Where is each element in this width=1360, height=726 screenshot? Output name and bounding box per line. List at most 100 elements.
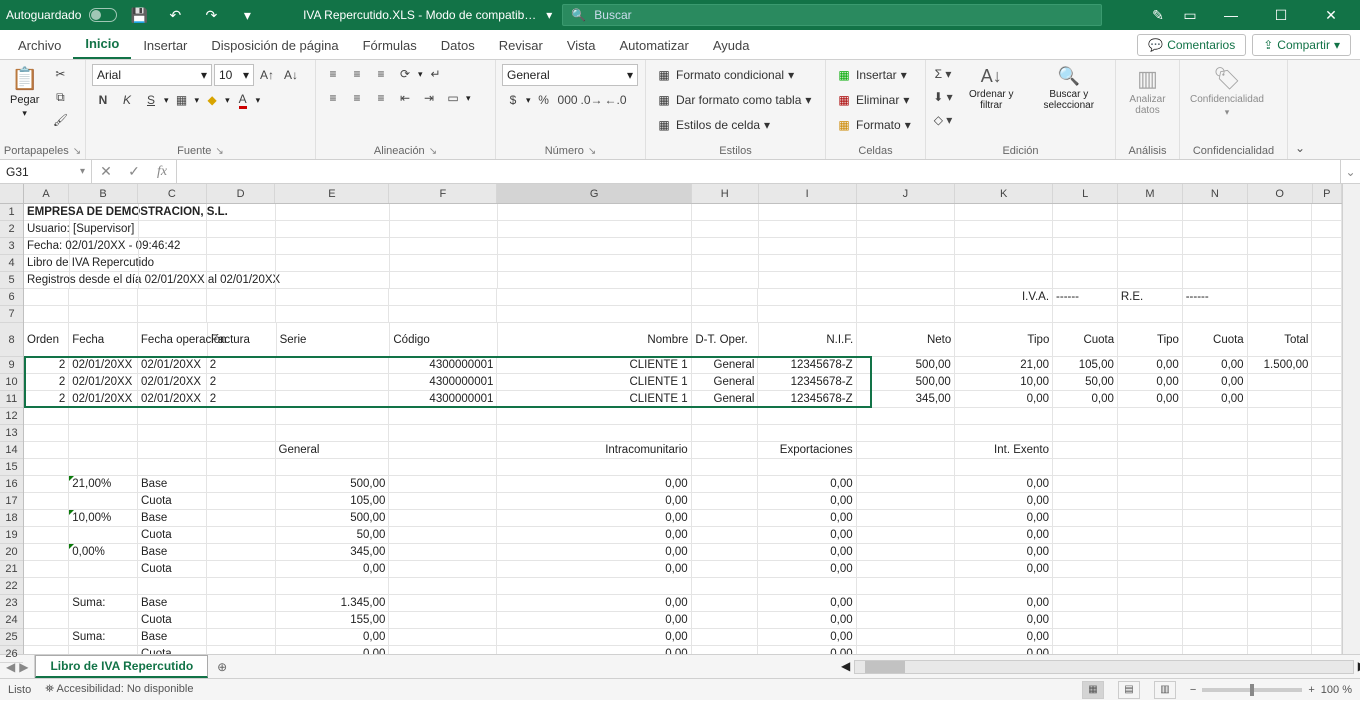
conditional-formatting-button[interactable]: ▦Formato condicional ▾: [652, 64, 815, 86]
cell[interactable]: [207, 612, 276, 629]
cell[interactable]: I.V.A.: [955, 289, 1053, 306]
cell[interactable]: Nombre: [498, 323, 692, 357]
decrease-font-icon[interactable]: A↓: [280, 65, 302, 85]
cell[interactable]: [1248, 425, 1313, 442]
cell[interactable]: [1312, 238, 1342, 255]
cell[interactable]: [24, 544, 69, 561]
cell[interactable]: [69, 289, 138, 306]
cell[interactable]: 0,00: [758, 629, 856, 646]
cell[interactable]: [276, 459, 390, 476]
cell[interactable]: [276, 578, 390, 595]
cell[interactable]: [1248, 510, 1313, 527]
cell[interactable]: 345,00: [276, 544, 390, 561]
percent-format-icon[interactable]: %: [533, 90, 555, 110]
column-header[interactable]: E: [275, 184, 389, 203]
cell[interactable]: [1183, 425, 1248, 442]
cell[interactable]: 0,00: [758, 646, 856, 654]
cell[interactable]: [389, 646, 497, 654]
column-header[interactable]: N: [1183, 184, 1248, 203]
cell[interactable]: [857, 629, 955, 646]
row-header[interactable]: 10: [0, 374, 23, 391]
cell[interactable]: Registros desde el día 02/01/20XX al 02/…: [24, 272, 70, 289]
redo-icon[interactable]: ↷: [197, 1, 225, 29]
cell[interactable]: Total: [1248, 323, 1313, 357]
cell[interactable]: 4300000001: [389, 374, 497, 391]
accessibility-status[interactable]: ⛯ Accesibilidad: No disponible: [45, 683, 193, 696]
cell[interactable]: [1118, 425, 1183, 442]
cell[interactable]: [24, 442, 69, 459]
cell[interactable]: [389, 612, 497, 629]
cell[interactable]: [1118, 204, 1183, 221]
cell[interactable]: [24, 595, 69, 612]
cell[interactable]: [498, 272, 692, 289]
cell[interactable]: 12345678-Z: [758, 391, 856, 408]
row-header[interactable]: 16: [0, 476, 23, 493]
minimize-button[interactable]: —: [1208, 0, 1254, 30]
cell[interactable]: [390, 255, 498, 272]
cell[interactable]: [389, 476, 497, 493]
row-header[interactable]: 1: [0, 204, 23, 221]
row-header[interactable]: 3: [0, 238, 23, 255]
cell[interactable]: [1053, 272, 1118, 289]
cell[interactable]: Int. Exento: [955, 442, 1053, 459]
row-header[interactable]: 5: [0, 272, 23, 289]
cell[interactable]: Cuota: [138, 612, 207, 629]
format-as-table-button[interactable]: ▦Dar formato como tabla ▾: [652, 89, 815, 111]
zoom-level[interactable]: 100 %: [1321, 684, 1352, 696]
maximize-button[interactable]: ☐: [1258, 0, 1304, 30]
increase-indent-icon[interactable]: ⇥: [418, 88, 440, 108]
cell[interactable]: [692, 425, 759, 442]
cell[interactable]: [389, 408, 497, 425]
cell[interactable]: [1312, 544, 1342, 561]
cell[interactable]: [1183, 408, 1248, 425]
cell[interactable]: 500,00: [857, 374, 955, 391]
cell[interactable]: [1312, 595, 1342, 612]
cell[interactable]: [1312, 306, 1342, 323]
column-header[interactable]: P: [1313, 184, 1342, 203]
cell[interactable]: 02/01/20XX: [69, 374, 138, 391]
cell[interactable]: [207, 476, 276, 493]
cell[interactable]: [692, 510, 759, 527]
cell[interactable]: [276, 306, 390, 323]
cell[interactable]: [1312, 272, 1342, 289]
cell[interactable]: 105,00: [276, 493, 390, 510]
align-center-icon[interactable]: ≡: [346, 88, 368, 108]
cell[interactable]: 0,00: [955, 493, 1053, 510]
cell[interactable]: [1118, 238, 1183, 255]
cell[interactable]: [498, 204, 692, 221]
cell[interactable]: [24, 629, 69, 646]
cell[interactable]: [276, 238, 390, 255]
column-header[interactable]: K: [955, 184, 1053, 203]
cell[interactable]: [1183, 544, 1248, 561]
cell[interactable]: Base: [138, 544, 207, 561]
cell[interactable]: [24, 408, 69, 425]
cell[interactable]: [1248, 391, 1313, 408]
row-header[interactable]: 11: [0, 391, 23, 408]
cell[interactable]: [24, 561, 69, 578]
cell[interactable]: 2: [207, 374, 276, 391]
cell[interactable]: [1312, 221, 1342, 238]
cell[interactable]: [692, 527, 759, 544]
cell[interactable]: [759, 238, 857, 255]
cell[interactable]: 0,00: [955, 544, 1053, 561]
row-header[interactable]: 15: [0, 459, 23, 476]
cell[interactable]: [1312, 357, 1342, 374]
cell[interactable]: [692, 578, 759, 595]
cell[interactable]: [24, 476, 69, 493]
cell[interactable]: [24, 306, 69, 323]
column-headers[interactable]: ABCDEFGHIJKLMNOP: [24, 184, 1342, 204]
cell[interactable]: [276, 255, 390, 272]
cell[interactable]: [497, 425, 691, 442]
cell[interactable]: Cuota: [138, 527, 207, 544]
title-dropdown-icon[interactable]: ▾: [546, 8, 552, 22]
row-header[interactable]: 4: [0, 255, 23, 272]
dialog-launcher-icon[interactable]: ↘: [73, 146, 81, 157]
cell[interactable]: 0,00: [758, 612, 856, 629]
column-header[interactable]: B: [69, 184, 138, 203]
cell[interactable]: 0,00: [1118, 391, 1183, 408]
cell[interactable]: [497, 459, 691, 476]
cell[interactable]: [857, 510, 955, 527]
cell[interactable]: General: [276, 442, 390, 459]
format-painter-icon[interactable]: 🖌: [49, 110, 71, 130]
cell-styles-button[interactable]: ▦Estilos de celda ▾: [652, 114, 815, 136]
